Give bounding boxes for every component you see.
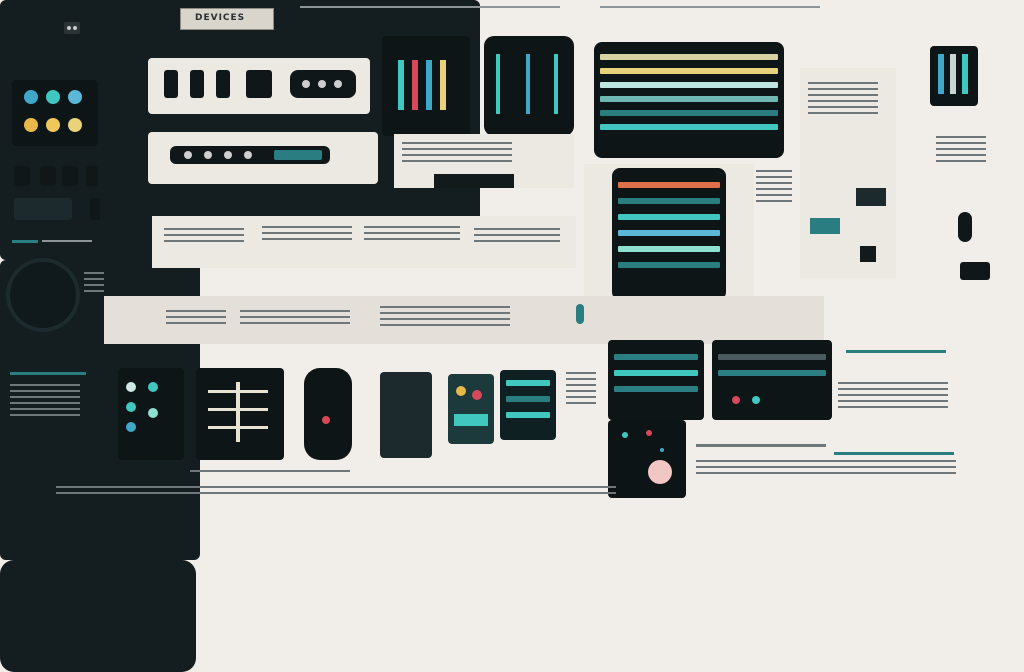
- bottom-right-screen-2: [712, 340, 832, 420]
- footer-text-left: [56, 486, 616, 498]
- cassette-icon: [64, 22, 80, 34]
- middle-right-text: [756, 170, 792, 206]
- footer-rule-2: [834, 452, 954, 455]
- header-badge: DEVICES: [180, 8, 274, 30]
- headphone-icon[interactable]: [960, 262, 990, 280]
- mini-screen: [930, 46, 978, 106]
- waveform-screen: [612, 168, 726, 300]
- left-caption-rule: [10, 372, 86, 375]
- header-rule: [300, 6, 560, 8]
- right-frame-card: [800, 68, 896, 278]
- wide-button[interactable]: [14, 198, 72, 220]
- bottom-mid-text: [566, 372, 596, 408]
- switch-2[interactable]: [40, 166, 56, 186]
- bottom-right-text: [838, 382, 948, 412]
- keypad-screen-1: [382, 36, 470, 136]
- slot-2[interactable]: [190, 70, 204, 98]
- slot-3[interactable]: [216, 70, 230, 98]
- header-badge-label: DEVICES: [195, 13, 246, 23]
- footer-rule-1: [696, 444, 826, 447]
- right-side-text: [936, 136, 986, 166]
- console-display: [448, 374, 494, 444]
- bottom-screen-3: [304, 368, 352, 460]
- slot-4[interactable]: [246, 70, 272, 98]
- text-card: [152, 216, 576, 268]
- console-slot: [380, 372, 432, 458]
- switch-4[interactable]: [86, 166, 98, 186]
- equalizer-screen: [594, 42, 784, 158]
- lower-band-text-3: [380, 306, 510, 330]
- header-rule-2: [600, 6, 820, 8]
- slot-1[interactable]: [164, 70, 178, 98]
- left-caption: [10, 384, 80, 420]
- bottom-screen-2: [196, 368, 284, 460]
- overlay-note: [394, 134, 574, 188]
- status-lights-panel: [12, 80, 98, 146]
- small-key[interactable]: [90, 198, 100, 220]
- bottom-screen-1: [118, 368, 184, 460]
- left-teal-rule: [12, 240, 38, 243]
- left-bottom-text: [190, 470, 350, 476]
- left-text-block: [84, 272, 104, 296]
- lower-band-text-2: [240, 310, 350, 328]
- left-rule: [42, 240, 92, 242]
- bottom-right-screen-1: [608, 340, 704, 420]
- switch-3[interactable]: [62, 166, 78, 186]
- bottom-console: [0, 560, 196, 672]
- control-strip[interactable]: [170, 146, 330, 164]
- power-button-icon[interactable]: [958, 212, 972, 242]
- bottom-right-teal-rule: [846, 350, 946, 353]
- lower-band-text-1: [166, 310, 226, 328]
- indicator-pill: [576, 304, 584, 324]
- console-stripes: [500, 370, 556, 440]
- footer-text-right: [696, 460, 956, 478]
- speaker-knob-icon[interactable]: [6, 258, 80, 332]
- starfield-screen: [608, 420, 686, 498]
- switch-1[interactable]: [14, 166, 30, 186]
- slot-5[interactable]: [290, 70, 356, 98]
- keypad-screen-2: [484, 36, 574, 136]
